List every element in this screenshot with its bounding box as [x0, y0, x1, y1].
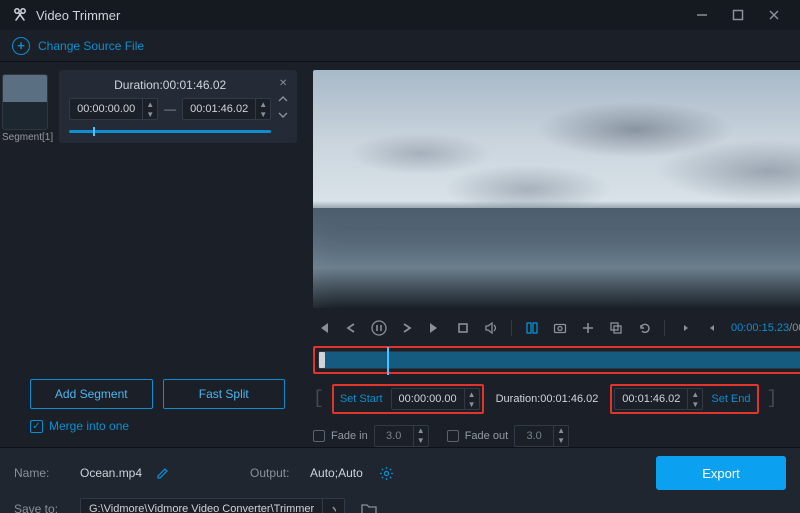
change-source-link[interactable]: Change Source File [38, 39, 144, 53]
segment-progress-bar[interactable] [69, 130, 271, 133]
name-value: Ocean.mp4 [80, 466, 142, 480]
stepper-up-icon[interactable]: ▲ [256, 99, 270, 109]
prev-frame-icon[interactable] [341, 318, 361, 338]
segment-down-icon[interactable] [275, 108, 291, 122]
current-time: 00:00:15.23 [731, 322, 789, 334]
merge-checkbox[interactable]: ✓ [30, 420, 43, 433]
next-frame-icon[interactable] [397, 318, 417, 338]
preview-pane: 00:00:15.23/00:01:46.02 [ Set Start ▲▼ D… [305, 62, 800, 447]
stop-icon[interactable] [453, 318, 473, 338]
stepper-down-icon[interactable]: ▼ [465, 399, 479, 409]
volume-icon[interactable] [481, 318, 501, 338]
minimize-button[interactable] [688, 1, 716, 29]
skip-end-icon[interactable] [425, 318, 445, 338]
snapshot-icon[interactable] [550, 318, 570, 338]
fade-out-checkbox[interactable] [447, 430, 459, 442]
trim-start-input[interactable] [392, 393, 464, 405]
fade-out-label: Fade out [465, 430, 508, 442]
segment-up-icon[interactable] [275, 92, 291, 106]
timeline-handle-start[interactable] [319, 352, 325, 368]
trim-end-spinbox[interactable]: ▲▼ [614, 388, 703, 410]
segment-label: Segment[1] [2, 132, 53, 143]
fade-out-input[interactable] [515, 430, 553, 442]
title-bar: Video Trimmer [0, 0, 800, 30]
stepper-up-icon[interactable]: ▲ [688, 389, 702, 399]
merge-label: Merge into one [49, 419, 129, 433]
undo-icon[interactable] [634, 318, 654, 338]
playback-timecode: 00:00:15.23/00:01:46.02 [731, 322, 800, 334]
trim-end-input[interactable] [615, 393, 687, 405]
app-logo-icon [12, 7, 28, 23]
fade-out-spinbox[interactable]: ▲▼ [514, 425, 569, 447]
add-segment-button[interactable]: Add Segment [30, 379, 153, 409]
output-key: Output: [250, 466, 300, 480]
trim-range-row: [ Set Start ▲▼ Duration:00:01:46.02 ▲▼ S… [313, 384, 800, 414]
fade-in-spinbox[interactable]: ▲▼ [374, 425, 429, 447]
stepper-up-icon[interactable]: ▲ [414, 426, 428, 436]
output-settings-icon[interactable] [379, 466, 394, 481]
stepper-down-icon[interactable]: ▼ [688, 399, 702, 409]
fast-split-button[interactable]: Fast Split [163, 379, 286, 409]
timeline-highlight [313, 346, 800, 374]
segment-start-spinbox[interactable]: ▲▼ [69, 98, 158, 120]
segment-start-input[interactable] [70, 103, 142, 115]
segment-duration-label: Duration:00:01:46.02 [69, 78, 271, 92]
add-marker-icon[interactable] [578, 318, 598, 338]
close-button[interactable] [760, 1, 788, 29]
segments-sidebar: Segment[1] ✕ Duration:00:01:46.02 ▲▼ — [0, 62, 305, 447]
footer-bar: Name: Ocean.mp4 Output: Auto;Auto Export… [0, 447, 800, 513]
merge-checkbox-row[interactable]: ✓ Merge into one [0, 419, 295, 437]
stepper-up-icon[interactable]: ▲ [465, 389, 479, 399]
output-value: Auto;Auto [310, 466, 363, 480]
playback-controls: 00:00:15.23/00:01:46.02 [313, 314, 800, 342]
copy-segment-icon[interactable] [606, 318, 626, 338]
fade-in-input[interactable] [375, 430, 413, 442]
fade-in-label: Fade in [331, 430, 368, 442]
segment-close-icon[interactable]: ✕ [275, 76, 291, 90]
action-bar: + Change Source File [0, 30, 800, 62]
play-pause-icon[interactable] [369, 318, 389, 338]
fade-options-row: Fade in ▲▼ Fade out ▲▼ [313, 424, 800, 447]
name-key: Name: [14, 466, 70, 480]
fade-in-checkbox[interactable] [313, 430, 325, 442]
trim-start-spinbox[interactable]: ▲▼ [391, 388, 480, 410]
stepper-up-icon[interactable]: ▲ [143, 99, 157, 109]
stepper-down-icon[interactable]: ▼ [414, 436, 428, 446]
bracket-left-icon: [ [313, 389, 324, 409]
export-button[interactable]: Export [656, 456, 786, 490]
maximize-button[interactable] [724, 1, 752, 29]
edit-name-icon[interactable] [156, 466, 170, 480]
save-path-value: G:\Vidmore\Vidmore Video Converter\Trimm… [81, 503, 322, 513]
stepper-down-icon[interactable]: ▼ [256, 109, 270, 119]
bracket-right-icon: ] [767, 389, 778, 409]
dropdown-arrow-icon[interactable] [322, 498, 344, 513]
set-start-button[interactable]: Set Start [336, 393, 387, 405]
stepper-down-icon[interactable]: ▼ [554, 436, 568, 446]
app-title: Video Trimmer [36, 8, 680, 23]
save-path-dropdown[interactable]: G:\Vidmore\Vidmore Video Converter\Trimm… [80, 498, 345, 513]
main-area: Segment[1] ✕ Duration:00:01:46.02 ▲▼ — [0, 62, 800, 447]
set-start-highlight: Set Start ▲▼ [332, 384, 484, 414]
timeline[interactable] [318, 351, 800, 369]
segment-card: ✕ Duration:00:01:46.02 ▲▼ — ▲▼ [59, 70, 297, 143]
segment-end-spinbox[interactable]: ▲▼ [182, 98, 271, 120]
segment-end-input[interactable] [183, 103, 255, 115]
trim-duration-label: Duration:00:01:46.02 [496, 393, 599, 405]
crop-icon[interactable] [522, 318, 542, 338]
range-dash: — [164, 102, 176, 116]
video-preview[interactable] [313, 70, 800, 308]
save-key: Save to: [14, 502, 70, 513]
set-in-icon[interactable] [675, 318, 695, 338]
set-end-button[interactable]: Set End [707, 393, 754, 405]
set-end-highlight: ▲▼ Set End [610, 384, 758, 414]
add-source-icon[interactable]: + [12, 37, 30, 55]
timeline-playhead[interactable] [387, 347, 389, 375]
skip-start-icon[interactable] [313, 318, 333, 338]
stepper-up-icon[interactable]: ▲ [554, 426, 568, 436]
segment-thumbnail[interactable] [2, 74, 48, 130]
browse-folder-icon[interactable] [361, 502, 377, 513]
set-out-icon[interactable] [703, 318, 723, 338]
stepper-down-icon[interactable]: ▼ [143, 109, 157, 119]
